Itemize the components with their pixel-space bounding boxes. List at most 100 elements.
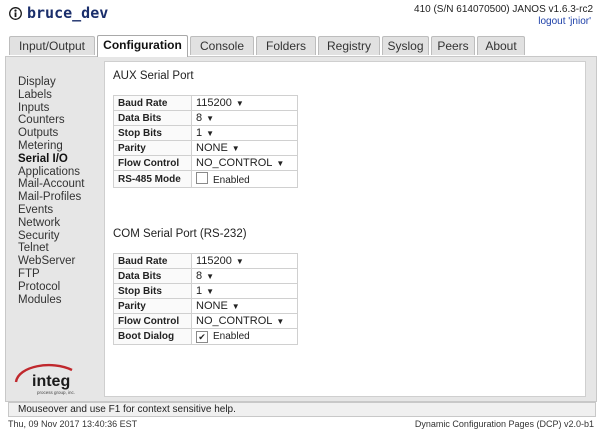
aux-baud-rate-select[interactable]: 115200 ▼	[196, 97, 244, 109]
tab-peers[interactable]: Peers	[431, 36, 475, 55]
sidebar-item-protocol[interactable]: Protocol	[18, 281, 84, 294]
setting-row: Flow Control NO_CONTROL ▼	[113, 155, 298, 171]
footer-version: Dynamic Configuration Pages (DCP) v2.0-b…	[414, 419, 594, 429]
setting-row: Stop Bits 1 ▼	[113, 283, 298, 299]
sidebar-item-ftp[interactable]: FTP	[18, 268, 84, 281]
aux-stop-bits-label: Stop Bits	[113, 125, 192, 141]
com-parity-select[interactable]: NONE ▼	[196, 300, 240, 312]
setting-row: RS-485 Mode Enabled	[113, 170, 298, 188]
setting-row: Boot Dialog ✔ Enabled	[113, 328, 298, 345]
dropdown-arrow-icon: ▼	[206, 129, 215, 138]
sidebar-item-network[interactable]: Network	[18, 217, 84, 230]
aux-flow-control-label: Flow Control	[113, 155, 192, 171]
aux-settings-table: Baud Rate 115200 ▼ Data Bits 8 ▼ Stop Bits 1 ▼ Pa…	[113, 95, 298, 188]
com-boot-dialog-checkbox-label: Enabled	[213, 331, 250, 342]
aux-parity-value: NONE	[196, 142, 228, 154]
dropdown-arrow-icon: ▼	[276, 159, 285, 168]
sidebar-item-security[interactable]: Security	[18, 230, 84, 243]
setting-row: Flow Control NO_CONTROL ▼	[113, 313, 298, 329]
sidebar-item-mail-profiles[interactable]: Mail-Profiles	[18, 191, 84, 204]
setting-row: Data Bits 8 ▼	[113, 268, 298, 284]
sidebar-item-webserver[interactable]: WebServer	[18, 255, 84, 268]
footer-date: Thu, 09 Nov 2017 13:40:36 EST	[8, 419, 138, 429]
dropdown-arrow-icon: ▼	[206, 114, 215, 123]
aux-data-bits-label: Data Bits	[113, 110, 192, 126]
footer: Thu, 09 Nov 2017 13:40:36 EST Dynamic Co…	[0, 419, 602, 432]
config-sidebar: Display Labels Inputs Counters Outputs Meteri…	[18, 76, 84, 306]
aux-section-title: AUX Serial Port	[113, 70, 194, 82]
sidebar-item-modules[interactable]: Modules	[18, 294, 84, 307]
aux-baud-rate-value: 115200	[196, 97, 232, 109]
tab-registry[interactable]: Registry	[318, 36, 380, 55]
com-flow-control-select[interactable]: NO_CONTROL ▼	[196, 315, 284, 327]
com-boot-dialog-checkbox[interactable]: ✔	[196, 331, 208, 343]
com-flow-control-label: Flow Control	[113, 313, 192, 329]
com-parity-value: NONE	[196, 300, 228, 312]
aux-parity-label: Parity	[113, 140, 192, 156]
tab-syslog[interactable]: Syslog	[382, 36, 429, 55]
sidebar-item-metering[interactable]: Metering	[18, 140, 84, 153]
setting-row: Stop Bits 1 ▼	[113, 125, 298, 141]
com-stop-bits-select[interactable]: 1 ▼	[196, 285, 214, 297]
serial-config-panel: AUX Serial Port Baud Rate 115200 ▼ Data Bit…	[104, 61, 586, 397]
aux-rs-485-mode-checkbox[interactable]	[196, 172, 208, 184]
tab-about[interactable]: About	[477, 36, 525, 55]
sidebar-item-labels[interactable]: Labels	[18, 89, 84, 102]
dropdown-arrow-icon: ▼	[206, 287, 215, 296]
com-stop-bits-label: Stop Bits	[113, 283, 192, 299]
sidebar-item-events[interactable]: Events	[18, 204, 84, 217]
host-name: bruce_dev	[27, 4, 109, 22]
system-info: 410 (S/N 614070500) JANOS v1.6.3-rc2	[414, 4, 593, 15]
dropdown-arrow-icon: ▼	[231, 302, 240, 311]
aux-flow-control-value: NO_CONTROL	[196, 157, 273, 169]
tab-input-output[interactable]: Input/Output	[9, 36, 95, 55]
com-baud-rate-value: 115200	[196, 255, 232, 267]
aux-flow-control-select[interactable]: NO_CONTROL ▼	[196, 157, 284, 169]
dropdown-arrow-icon: ▼	[235, 99, 244, 108]
svg-text:process group, inc.: process group, inc.	[37, 390, 75, 395]
aux-rs-485-mode-label: RS-485 Mode	[113, 170, 192, 188]
aux-parity-select[interactable]: NONE ▼	[196, 142, 240, 154]
sidebar-item-outputs[interactable]: Outputs	[18, 127, 84, 140]
com-baud-rate-select[interactable]: 115200 ▼	[196, 255, 244, 267]
aux-stop-bits-select[interactable]: 1 ▼	[196, 127, 214, 139]
setting-row: Data Bits 8 ▼	[113, 110, 298, 126]
sidebar-item-telnet[interactable]: Telnet	[18, 242, 84, 255]
setting-row: Baud Rate 115200 ▼	[113, 95, 298, 111]
sidebar-item-mail-account[interactable]: Mail-Account	[18, 178, 84, 191]
sidebar-item-inputs[interactable]: Inputs	[18, 102, 84, 115]
dropdown-arrow-icon: ▼	[206, 272, 215, 281]
com-data-bits-label: Data Bits	[113, 268, 192, 284]
com-boot-dialog-label: Boot Dialog	[113, 328, 192, 345]
com-flow-control-value: NO_CONTROL	[196, 315, 273, 327]
dropdown-arrow-icon: ▼	[235, 257, 244, 266]
jnior-info-icon	[9, 7, 22, 20]
svg-text:integ: integ	[32, 373, 70, 390]
dropdown-arrow-icon: ▼	[276, 317, 285, 326]
com-stop-bits-value: 1	[196, 285, 203, 297]
aux-data-bits-value: 8	[196, 112, 203, 124]
logout-link[interactable]: logout 'jnior'	[538, 16, 591, 27]
header: bruce_dev 410 (S/N 614070500) JANOS v1.6…	[0, 0, 602, 34]
com-baud-rate-label: Baud Rate	[113, 253, 192, 269]
com-data-bits-value: 8	[196, 270, 203, 282]
sidebar-item-serial-i-o[interactable]: Serial I/O	[18, 153, 84, 166]
setting-row: Parity NONE ▼	[113, 298, 298, 314]
sidebar-item-counters[interactable]: Counters	[18, 114, 84, 127]
sidebar-item-applications[interactable]: Applications	[18, 166, 84, 179]
aux-baud-rate-label: Baud Rate	[113, 95, 192, 111]
tab-configuration[interactable]: Configuration	[97, 35, 188, 57]
aux-rs-485-mode-checkbox-label: Enabled	[213, 175, 250, 186]
com-data-bits-select[interactable]: 8 ▼	[196, 270, 214, 282]
tab-console[interactable]: Console	[190, 36, 254, 55]
help-status-bar: Mouseover and use F1 for context sensiti…	[8, 402, 596, 417]
dropdown-arrow-icon: ▼	[231, 144, 240, 153]
aux-stop-bits-value: 1	[196, 127, 203, 139]
integ-logo: integ process group, inc.	[14, 363, 75, 395]
com-parity-label: Parity	[113, 298, 192, 314]
com-section-title: COM Serial Port (RS-232)	[113, 228, 247, 240]
setting-row: Baud Rate 115200 ▼	[113, 253, 298, 269]
aux-data-bits-select[interactable]: 8 ▼	[196, 112, 214, 124]
tab-folders[interactable]: Folders	[256, 36, 316, 55]
sidebar-item-display[interactable]: Display	[18, 76, 84, 89]
